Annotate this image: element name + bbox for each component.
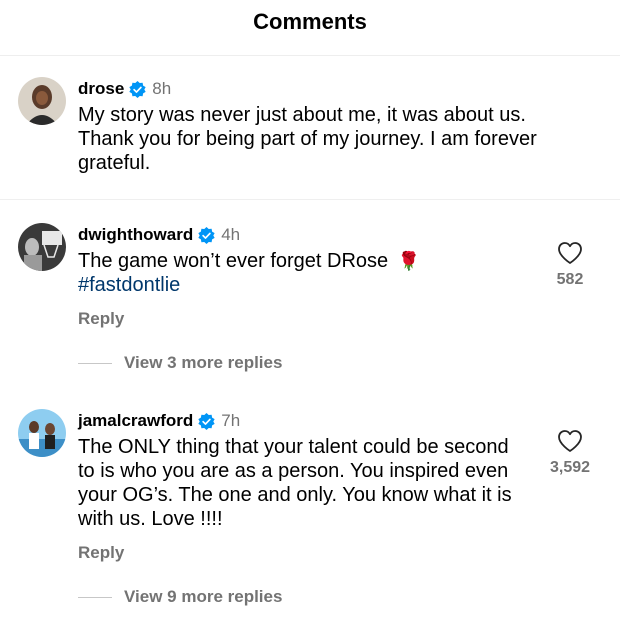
username[interactable]: jamalcrawford xyxy=(78,411,193,431)
like-count: 3,592 xyxy=(549,459,591,476)
comment-line: The game won’t ever forget DRose xyxy=(78,250,389,272)
rose-emoji-icon: 🌹 xyxy=(397,251,421,271)
comment-text: My story was never just about me, it was… xyxy=(78,103,537,175)
view-replies-label: View 3 more replies xyxy=(124,353,283,372)
verified-badge-icon xyxy=(198,412,215,430)
view-replies-button[interactable]: View 9 more replies xyxy=(78,587,282,607)
heart-outline-icon[interactable] xyxy=(557,241,583,265)
avatar[interactable] xyxy=(18,223,66,271)
comment-line: grateful. xyxy=(78,152,151,174)
comment-text: The ONLY thing that your talent could be… xyxy=(78,435,512,531)
comment-line: My story was never just about me, it was… xyxy=(78,104,526,126)
view-replies-line xyxy=(78,362,112,364)
comment-time: 7h xyxy=(221,411,241,430)
comment-line: Thank you for being part of my journey. … xyxy=(78,128,537,150)
comment-line: The ONLY thing that your talent could be… xyxy=(78,436,509,458)
verified-badge-icon xyxy=(198,226,215,244)
view-replies-label: View 9 more replies xyxy=(124,587,283,606)
like-control: 3,592 xyxy=(540,429,600,477)
view-replies-line xyxy=(78,596,112,598)
comment-meta: jamalcrawford 7h xyxy=(78,409,240,433)
comment-time: 8h xyxy=(152,79,172,98)
comment-line: to is who you are as a person. You inspi… xyxy=(78,460,509,482)
avatar[interactable] xyxy=(18,77,66,125)
comments-header: Comments xyxy=(0,0,620,56)
page-title: Comments xyxy=(253,9,367,34)
heart-outline-icon[interactable] xyxy=(557,429,583,453)
comment-line: with us. Love !!!! xyxy=(78,508,223,530)
like-control: 582 xyxy=(540,241,600,289)
reply-button[interactable]: Reply xyxy=(78,543,124,563)
divider xyxy=(0,199,620,200)
comment-meta: dwighthoward 4h xyxy=(78,223,240,247)
comment-line: your OG’s. The one and only. You know wh… xyxy=(78,484,512,506)
username[interactable]: dwighthoward xyxy=(78,225,193,245)
verified-badge-icon xyxy=(129,80,146,98)
reply-button[interactable]: Reply xyxy=(78,309,124,329)
comment-meta: drose 8h xyxy=(78,77,171,101)
comment-text: The game won’t ever forget DRose 🌹 #fast… xyxy=(78,249,420,297)
like-count: 582 xyxy=(556,271,584,288)
username[interactable]: drose xyxy=(78,79,124,99)
hashtag-link[interactable]: #fastdontlie xyxy=(78,273,420,297)
view-replies-button[interactable]: View 3 more replies xyxy=(78,353,282,373)
comment-time: 4h xyxy=(221,225,241,244)
avatar[interactable] xyxy=(18,409,66,457)
